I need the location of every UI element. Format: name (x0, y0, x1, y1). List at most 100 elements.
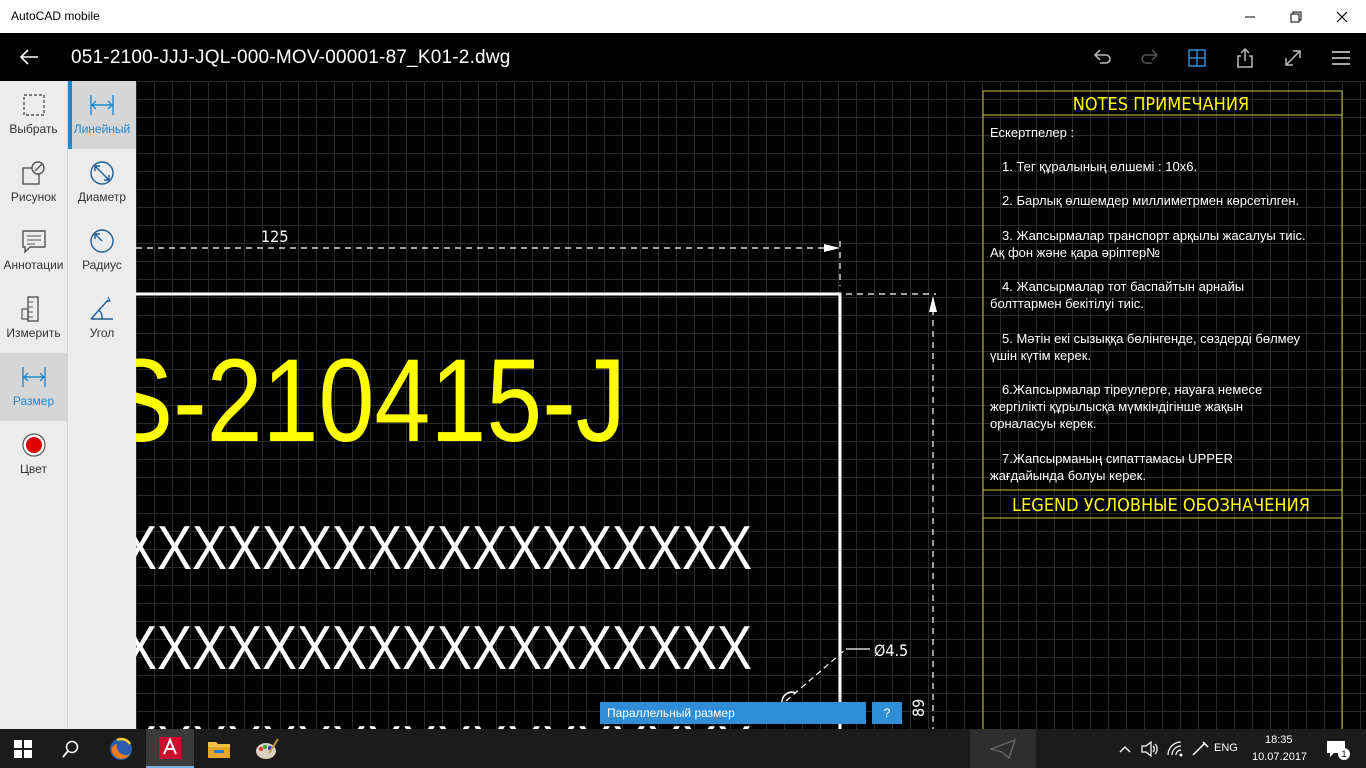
tool-label: Выбрать (9, 122, 58, 136)
tool-label: Рисунок (10, 190, 57, 204)
drawing-canvas[interactable]: 125 89 Ø4.5 S-210415-J XXXXXXXXXXXXXXXXX… (136, 81, 1366, 729)
wifi-icon (1167, 740, 1183, 756)
hamburger-menu-icon (1332, 51, 1350, 65)
dim-right-label: 89 (909, 699, 928, 717)
tool-draw[interactable]: Рисунок (0, 149, 67, 217)
tool-label: Цвет (20, 462, 47, 476)
help-button[interactable]: ? (872, 702, 902, 724)
tool-measure[interactable]: Измерить (0, 285, 67, 353)
clock-date[interactable]: 10.07.2017 (1252, 751, 1307, 763)
draw-icon (21, 161, 45, 185)
tool-label: Измерить (6, 326, 61, 340)
start-button[interactable] (0, 729, 46, 768)
speaker-icon (1141, 740, 1158, 757)
placeholder-row: XXXXXXXXXXXXXXXXXX (136, 614, 752, 683)
diameter-label: Ø4.5 (874, 641, 908, 660)
subtool-linear[interactable]: Линейный (68, 81, 136, 149)
select-icon (22, 94, 45, 116)
tool-annotations[interactable]: Аннотации (0, 217, 67, 285)
taskbar-autocad[interactable] (146, 729, 194, 768)
tool-dimension[interactable]: Размер (0, 353, 67, 421)
tool-select[interactable]: Выбрать (0, 81, 67, 149)
measure-icon (20, 296, 39, 322)
note-item: 1. Тег құралының өлшемі : 10x6. (1002, 159, 1198, 174)
title-bar: AutoCAD mobile (0, 0, 1366, 33)
minimize-button[interactable] (1227, 0, 1273, 33)
note-item: 6.Жапсырмалар тіреулерге, науаға немесе … (990, 382, 1263, 431)
linear-dimension-icon (90, 95, 114, 115)
back-arrow-icon (19, 49, 38, 65)
radius-icon (90, 229, 114, 253)
fullscreen-button[interactable] (1278, 43, 1308, 73)
back-button[interactable] (12, 45, 46, 69)
note-item: 7.Жапсырманың сипаттамасы UPPER жағдайын… (990, 451, 1233, 483)
expand-icon (1285, 50, 1301, 66)
send-icon (990, 738, 1016, 759)
network-button[interactable] (1165, 729, 1187, 768)
note-item: 3. Жапсырмалар транспорт арқылы жасалуы … (990, 228, 1306, 260)
search-button[interactable] (48, 729, 94, 768)
dim-top-label: 125 (261, 227, 288, 246)
annotation-icon (21, 230, 46, 254)
note-item: 4. Жапсырмалар тот баспайтын арнайы болт… (990, 279, 1245, 311)
subtool-radius[interactable]: Радиус (68, 217, 136, 285)
subtool-label: Радиус (82, 258, 122, 272)
tool-label: Размер (12, 394, 55, 408)
chevron-up-icon (1119, 745, 1131, 752)
dim-arrow-icon (929, 296, 937, 312)
diameter-icon (90, 161, 114, 185)
legend-title: LEGEND УСЛОВНЫЕ ОБОЗНАЧЕНИЯ (1012, 495, 1310, 516)
redo-icon (1141, 49, 1159, 64)
autocad-icon (159, 736, 181, 759)
app-title: AutoCAD mobile (11, 9, 100, 23)
tool-label: Аннотации (3, 258, 64, 272)
redo-button[interactable] (1135, 43, 1165, 73)
show-hidden-icons-button[interactable] (1115, 729, 1135, 768)
note-item: 2. Барлық өлшемдер миллиметрмен көрсетіл… (1002, 193, 1300, 208)
tool-color[interactable]: Цвет (0, 421, 67, 489)
placeholder-row: XXXXXXXXXXXXXXXXXX (136, 514, 752, 583)
windows-logo-icon (14, 739, 32, 758)
dimension-icon (21, 367, 46, 387)
touch-keyboard-button[interactable] (1189, 729, 1211, 768)
layout-button[interactable] (1182, 43, 1212, 73)
dim-arrow-icon (824, 244, 840, 252)
restore-button[interactable] (1273, 0, 1319, 33)
volume-button[interactable] (1139, 729, 1161, 768)
color-icon (21, 433, 46, 457)
action-center-button[interactable]: 1 (1318, 729, 1354, 768)
taskbar-app-placeholder[interactable] (970, 729, 1036, 768)
app-header: 051-2100-JJJ-JQL-000-MOV-00001-87_K01-2.… (0, 33, 1366, 81)
menu-button[interactable] (1326, 43, 1356, 73)
search-icon (62, 740, 79, 758)
taskbar-file-explorer[interactable] (196, 729, 242, 768)
taskbar-firefox[interactable] (98, 729, 144, 768)
layout-grid-icon (1188, 49, 1206, 67)
close-button[interactable] (1319, 0, 1365, 33)
subtool-angle[interactable]: Угол (68, 285, 136, 353)
minimize-icon (1245, 16, 1255, 17)
undo-button[interactable] (1087, 43, 1117, 73)
notes-title: NOTES ПРИМЕЧАНИЯ (1073, 94, 1249, 115)
angle-icon (90, 296, 113, 320)
folder-icon (208, 741, 230, 758)
subtool-label: Линейный (73, 122, 131, 136)
notification-count-badge: 1 (1338, 748, 1350, 760)
notes-intro: Ескертпелер : (990, 125, 1075, 140)
tooltip-parallel-dimension: Параллельный размер (600, 702, 866, 724)
share-button[interactable] (1230, 43, 1260, 73)
clock-time[interactable]: 18:35 (1265, 734, 1293, 746)
taskbar: ENG 18:35 10.07.2017 1 (0, 729, 1366, 768)
undo-icon (1093, 49, 1111, 64)
share-icon (1237, 47, 1253, 68)
tag-number-text: S-210415-J (136, 335, 626, 467)
language-indicator[interactable]: ENG (1214, 742, 1238, 754)
dimension-subtools-panel: Линейный Диаметр Радиус Угол (68, 81, 136, 729)
firefox-icon (110, 737, 132, 760)
restore-icon (1290, 11, 1302, 22)
close-icon (1336, 11, 1348, 22)
subtool-diameter[interactable]: Диаметр (68, 149, 136, 217)
taskbar-paint[interactable] (244, 729, 290, 768)
subtool-label: Диаметр (77, 190, 127, 204)
file-title: 051-2100-JJJ-JQL-000-MOV-00001-87_K01-2.… (71, 47, 511, 68)
